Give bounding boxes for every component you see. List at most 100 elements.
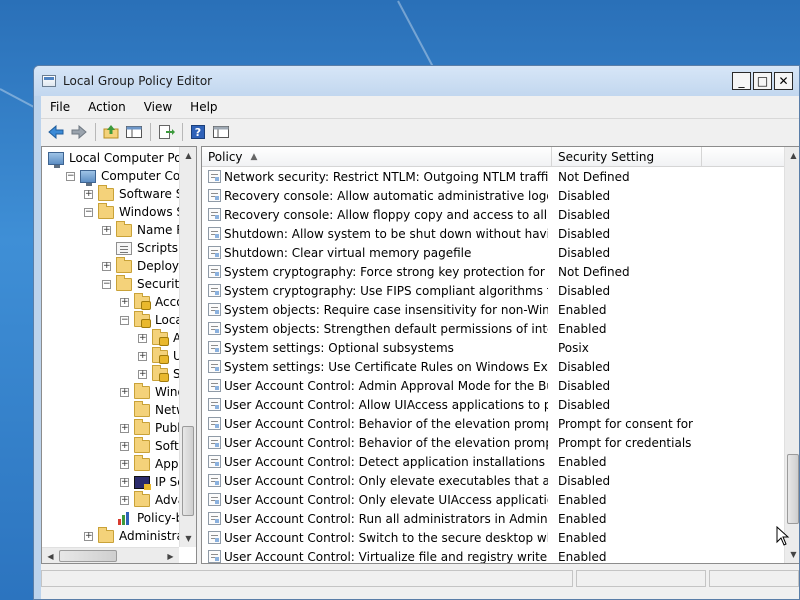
tree-node[interactable]: + Windo bbox=[120, 382, 179, 401]
tree-node[interactable]: + Au bbox=[138, 328, 179, 347]
help-button[interactable]: ? bbox=[187, 122, 209, 142]
tree-node[interactable]: + Software Setti bbox=[84, 184, 179, 203]
scroll-left-arrow-icon[interactable]: ◀ bbox=[42, 548, 59, 563]
collapse-icon[interactable]: − bbox=[66, 171, 75, 181]
policy-row[interactable]: User Account Control: Allow UIAccess app… bbox=[202, 395, 784, 414]
tree-horizontal-scroll-thumb[interactable] bbox=[59, 550, 117, 562]
title-bar[interactable]: Local Group Policy Editor _ □ ✕ bbox=[34, 66, 799, 96]
column-header-empty[interactable] bbox=[702, 147, 784, 167]
ip-security-icon bbox=[134, 475, 151, 490]
tree-node[interactable]: + Accou bbox=[120, 292, 179, 311]
policy-name: System cryptography: Use FIPS compliant … bbox=[224, 283, 548, 298]
expand-icon[interactable]: + bbox=[84, 531, 93, 541]
show-hide-tree-button[interactable] bbox=[123, 122, 145, 142]
forward-button[interactable] bbox=[68, 122, 90, 142]
policy-row[interactable]: System objects: Strengthen default permi… bbox=[202, 319, 784, 338]
tree-node[interactable]: Local Computer Polic bbox=[48, 149, 179, 168]
export-list-button[interactable] bbox=[155, 122, 177, 142]
expand-icon[interactable]: + bbox=[120, 495, 129, 505]
expand-icon[interactable]: + bbox=[102, 225, 111, 235]
tree-horizontal-scrollbar[interactable]: ◀ ▶ bbox=[42, 547, 179, 563]
expand-icon[interactable]: + bbox=[120, 423, 129, 433]
menu-help[interactable]: Help bbox=[181, 100, 226, 114]
scroll-right-arrow-icon[interactable]: ▶ bbox=[162, 548, 179, 563]
tree-node[interactable]: + Name Res bbox=[102, 220, 179, 239]
policy-setting-icon bbox=[208, 512, 221, 525]
policy-row[interactable]: System cryptography: Use FIPS compliant … bbox=[202, 281, 784, 300]
menu-view[interactable]: View bbox=[135, 100, 181, 114]
policy-row[interactable]: User Account Control: Behavior of the el… bbox=[202, 433, 784, 452]
scroll-up-arrow-icon[interactable]: ▲ bbox=[785, 147, 799, 164]
tree-node[interactable]: + Use bbox=[138, 346, 179, 365]
collapse-icon[interactable]: − bbox=[120, 315, 129, 325]
minimize-button[interactable]: _ bbox=[732, 72, 751, 90]
tree-node[interactable]: − Local P bbox=[120, 310, 179, 329]
policy-name: Shutdown: Clear virtual memory pagefile bbox=[224, 245, 472, 260]
tree-node[interactable]: Policy-bas bbox=[102, 509, 179, 527]
security-setting-value: Enabled bbox=[558, 549, 607, 564]
back-button[interactable] bbox=[45, 122, 67, 142]
tree-node[interactable]: − Computer Config bbox=[66, 167, 179, 186]
expand-icon[interactable]: + bbox=[120, 459, 129, 469]
tree-vertical-scrollbar[interactable]: ▲ ▼ bbox=[179, 147, 196, 547]
policy-row[interactable]: Shutdown: Clear virtual memory pagefile D… bbox=[202, 243, 784, 262]
scroll-down-arrow-icon[interactable]: ▼ bbox=[180, 530, 196, 547]
collapse-icon[interactable]: − bbox=[102, 279, 111, 289]
maximize-button[interactable]: □ bbox=[753, 72, 772, 90]
scroll-up-arrow-icon[interactable]: ▲ bbox=[180, 147, 196, 164]
policy-row[interactable]: User Account Control: Switch to the secu… bbox=[202, 528, 784, 547]
policy-row[interactable]: Shutdown: Allow system to be shut down w… bbox=[202, 224, 784, 243]
expand-icon[interactable]: + bbox=[120, 297, 129, 307]
security-setting-value: Enabled bbox=[558, 321, 607, 336]
forward-arrow-icon bbox=[71, 124, 87, 139]
expand-icon[interactable]: + bbox=[120, 441, 129, 451]
tree-node[interactable]: + Public bbox=[120, 418, 179, 437]
policy-row[interactable]: User Account Control: Detect application… bbox=[202, 452, 784, 471]
up-one-level-button[interactable] bbox=[100, 122, 122, 142]
tree-vertical-scroll-thumb[interactable] bbox=[182, 426, 194, 517]
expand-icon[interactable]: + bbox=[138, 369, 147, 379]
tree-node[interactable]: Netwo bbox=[120, 400, 179, 419]
column-header-policy[interactable]: Policy ▲ bbox=[202, 147, 552, 167]
expand-icon[interactable]: + bbox=[138, 351, 147, 361]
expand-icon[interactable]: + bbox=[138, 333, 147, 343]
tree-node[interactable]: − Security Se bbox=[102, 274, 179, 293]
tree-node[interactable]: − Windows Setti bbox=[84, 202, 179, 221]
expand-icon[interactable]: + bbox=[102, 261, 111, 271]
menu-file[interactable]: File bbox=[41, 100, 79, 114]
policy-row[interactable]: User Account Control: Run all administra… bbox=[202, 509, 784, 528]
properties-button[interactable] bbox=[210, 122, 232, 142]
policy-row[interactable]: User Account Control: Behavior of the el… bbox=[202, 414, 784, 433]
tree-node[interactable]: + Deployed bbox=[102, 256, 179, 275]
tree-node[interactable]: + Advan bbox=[120, 490, 179, 509]
list-vertical-scroll-thumb[interactable] bbox=[787, 454, 799, 525]
tree-node[interactable]: + Applic bbox=[120, 454, 179, 473]
policy-row[interactable]: Recovery console: Allow floppy copy and … bbox=[202, 205, 784, 224]
policy-setting-icon bbox=[208, 265, 221, 278]
policy-row[interactable]: System settings: Optional subsystems Posi… bbox=[202, 338, 784, 357]
expand-icon[interactable]: + bbox=[120, 477, 129, 487]
policy-row[interactable]: User Account Control: Virtualize file an… bbox=[202, 547, 784, 563]
menu-action[interactable]: Action bbox=[79, 100, 135, 114]
tree-node[interactable]: Scripts (Sta bbox=[102, 239, 179, 257]
tree-node[interactable]: + Administrative bbox=[84, 526, 179, 545]
close-button[interactable]: ✕ bbox=[774, 72, 793, 90]
policy-row[interactable]: System cryptography: Force strong key pr… bbox=[202, 262, 784, 281]
scroll-down-arrow-icon[interactable]: ▼ bbox=[785, 546, 799, 563]
policy-row[interactable]: System settings: Use Certificate Rules o… bbox=[202, 357, 784, 376]
collapse-icon[interactable]: − bbox=[84, 207, 93, 217]
column-header-security-setting[interactable]: Security Setting bbox=[552, 147, 702, 167]
tree-node[interactable]: + Sec bbox=[138, 364, 179, 383]
policy-row[interactable]: Recovery console: Allow automatic admini… bbox=[202, 186, 784, 205]
tree-node[interactable]: + IP Secu bbox=[120, 473, 179, 491]
tree-node[interactable]: + Softwa bbox=[120, 436, 179, 455]
policy-row[interactable]: User Account Control: Only elevate execu… bbox=[202, 471, 784, 490]
expand-icon[interactable]: + bbox=[120, 387, 129, 397]
policy-row[interactable]: Network security: Restrict NTLM: Outgoin… bbox=[202, 167, 784, 186]
folder-icon bbox=[116, 256, 132, 273]
policy-row[interactable]: System objects: Require case insensitivi… bbox=[202, 300, 784, 319]
expand-icon[interactable]: + bbox=[84, 189, 93, 199]
list-vertical-scrollbar[interactable]: ▲ ▼ bbox=[784, 147, 799, 563]
policy-row[interactable]: User Account Control: Admin Approval Mod… bbox=[202, 376, 784, 395]
policy-row[interactable]: User Account Control: Only elevate UIAcc… bbox=[202, 490, 784, 509]
